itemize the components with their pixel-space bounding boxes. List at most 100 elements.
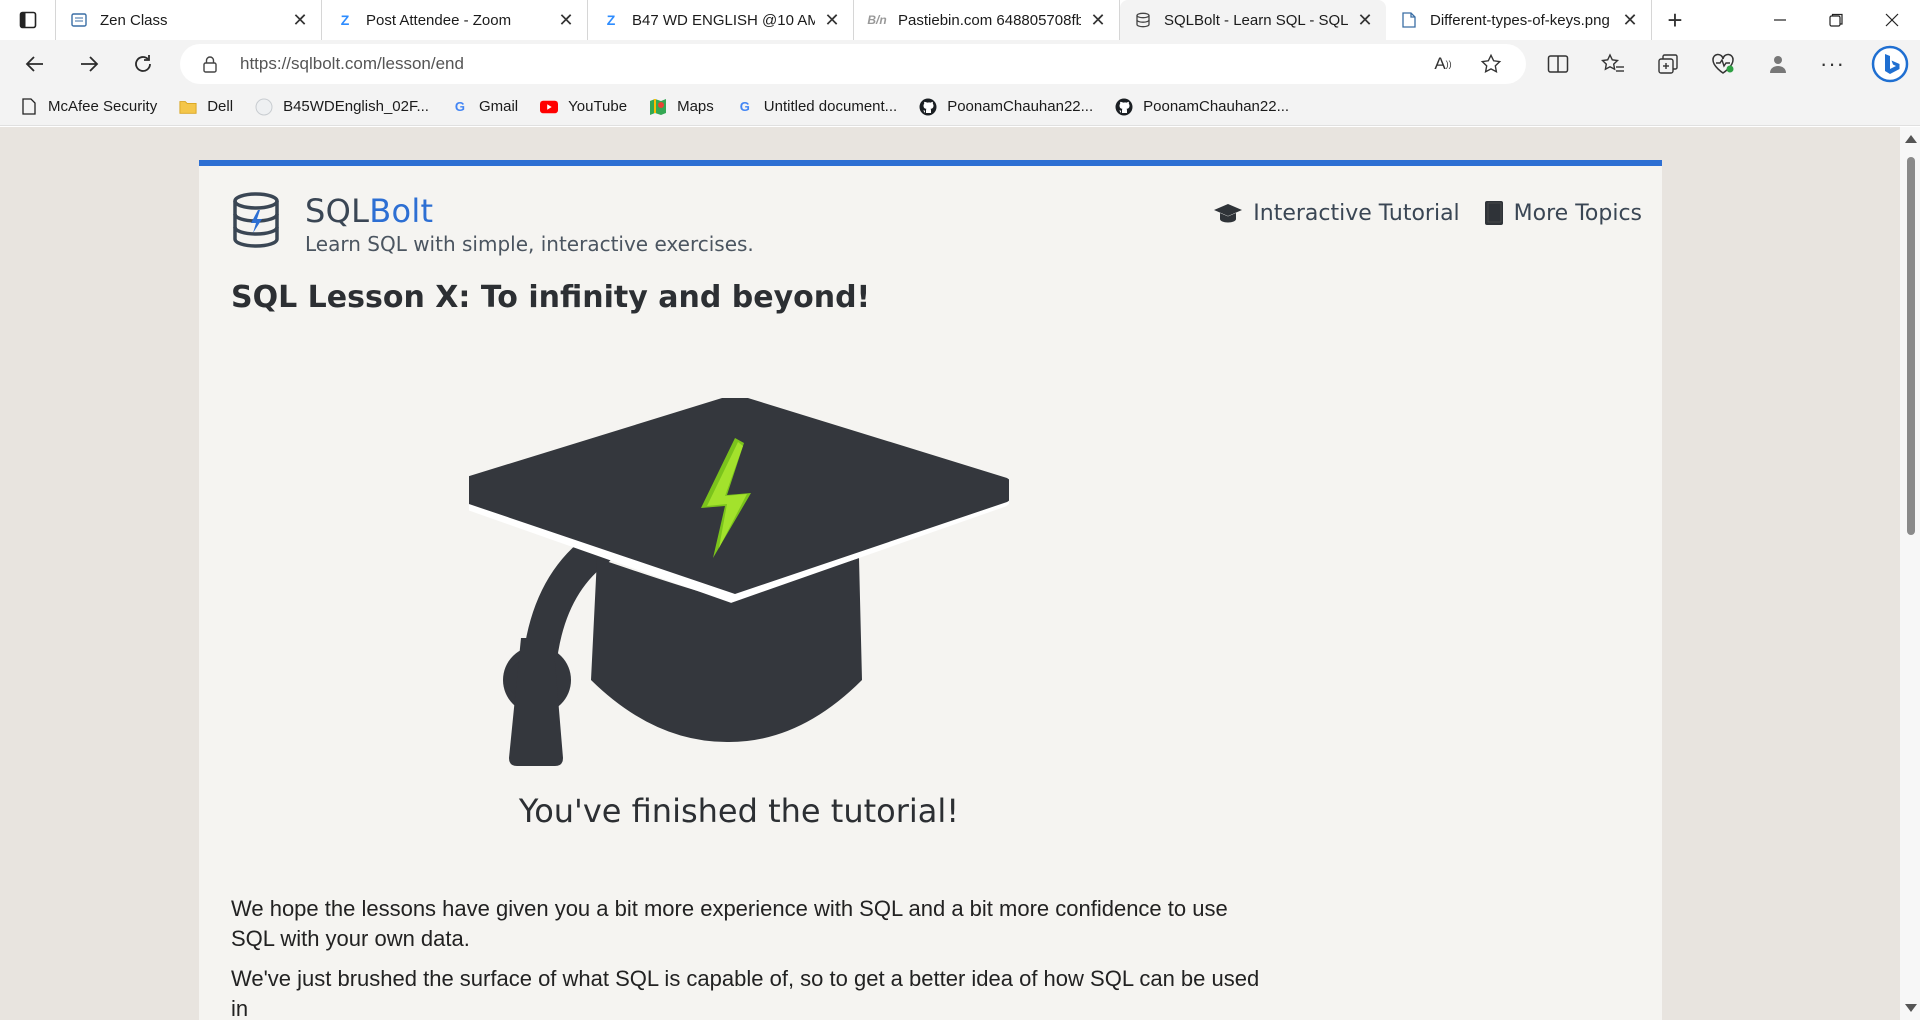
bookmark-label: Maps	[677, 98, 714, 115]
arrow-left-icon	[25, 56, 43, 72]
page-viewport: SQLBolt Learn SQL with simple, interacti…	[0, 127, 1920, 1020]
close-icon[interactable]: ✕	[557, 10, 575, 30]
window-controls	[1752, 0, 1920, 40]
paragraph-lessons-experience: We hope the lessons have given you a bit…	[231, 896, 1228, 951]
minimize-button[interactable]	[1752, 0, 1808, 40]
tab-title: SQLBolt - Learn SQL - SQL L	[1164, 11, 1348, 29]
browser-essentials-icon[interactable]	[1695, 44, 1750, 84]
back-button[interactable]	[8, 44, 62, 84]
favorites-icon[interactable]	[1585, 44, 1640, 84]
bookmark-label: PoonamChauhan22...	[1143, 98, 1290, 115]
tab-title: Pastiebin.com 648805708fb	[898, 11, 1081, 29]
tab-pastiebin[interactable]: B/n Pastiebin.com 648805708fb ✕	[854, 0, 1120, 40]
tab-zen-class[interactable]: Zen Class ✕	[56, 0, 322, 40]
maps-icon	[649, 98, 667, 116]
content-card: SQLBolt Learn SQL with simple, interacti…	[199, 160, 1662, 1020]
tab-list: Zen Class ✕ Z Post Attendee - Zoom ✕ Z B…	[56, 0, 1652, 40]
close-icon[interactable]: ✕	[291, 10, 309, 30]
bookmark-maps[interactable]: Maps	[649, 98, 714, 116]
scroll-down-arrow-icon[interactable]	[1905, 1004, 1917, 1012]
bookmark-label: Untitled document...	[763, 98, 898, 115]
google-icon: G	[739, 99, 750, 114]
tab-sqlbolt[interactable]: SQLBolt - Learn SQL - SQL L ✕	[1120, 0, 1386, 40]
close-window-button[interactable]	[1864, 0, 1920, 40]
restore-button[interactable]	[1808, 0, 1864, 40]
bookmark-dell[interactable]: Dell	[179, 98, 233, 116]
close-icon[interactable]: ✕	[1621, 10, 1639, 30]
tab-actions-button[interactable]	[0, 0, 56, 40]
scroll-up-arrow-icon[interactable]	[1905, 135, 1917, 143]
arrow-right-icon	[81, 56, 99, 72]
more-options-icon[interactable]: ···	[1805, 44, 1860, 84]
tab-title: Zen Class	[100, 11, 168, 29]
page-icon	[20, 98, 38, 116]
browser-toolbar: ···	[1530, 40, 1920, 88]
tab-different-types-of-keys[interactable]: Different-types-of-keys.png ✕	[1386, 0, 1652, 40]
lesson-title: SQL Lesson X: To infinity and beyond!	[231, 280, 871, 315]
profile-icon[interactable]	[1750, 44, 1805, 84]
github-icon	[919, 98, 937, 116]
nav-more-topics[interactable]: More Topics	[1484, 200, 1642, 226]
url-text[interactable]: https://sqlbolt.com/lesson/end	[240, 54, 1422, 74]
site-brand[interactable]: SQLBolt	[305, 192, 754, 230]
bookmark-youtube[interactable]: YouTube	[540, 98, 627, 116]
site-header: SQLBolt Learn SQL with simple, interacti…	[231, 192, 754, 256]
forward-button[interactable]	[62, 44, 116, 84]
folder-icon	[179, 98, 197, 116]
bookmark-label: Gmail	[478, 98, 519, 115]
tab-post-attendee-zoom[interactable]: Z Post Attendee - Zoom ✕	[322, 0, 588, 40]
bing-copilot-icon[interactable]	[1860, 44, 1920, 84]
zoom-icon: Z	[606, 12, 616, 28]
pastebin-icon: B/n	[867, 13, 887, 27]
tab-b47-wd-english[interactable]: Z B47 WD ENGLISH @10 AM ✕	[588, 0, 854, 40]
bookmark-untitled-document[interactable]: G Untitled document...	[736, 98, 897, 116]
read-aloud-icon[interactable]: A))	[1422, 48, 1464, 80]
bookmark-label: B45WDEnglish_02F...	[283, 98, 429, 115]
bookmark-github-1[interactable]: PoonamChauhan22...	[919, 98, 1093, 116]
bookmark-label: PoonamChauhan22...	[947, 98, 1094, 115]
refresh-icon	[135, 55, 151, 72]
lock-icon[interactable]	[180, 55, 240, 73]
bookmark-label: YouTube	[568, 98, 628, 115]
zoom-icon: Z	[340, 12, 350, 28]
site-nav: Interactive Tutorial More Topics	[1213, 200, 1642, 226]
nav-label: Interactive Tutorial	[1253, 200, 1460, 226]
tab-strip: Zen Class ✕ Z Post Attendee - Zoom ✕ Z B…	[0, 0, 1920, 40]
bookmark-b45wdenglish[interactable]: B45WDEnglish_02F...	[255, 98, 429, 116]
sqlbolt-logo-icon[interactable]	[231, 192, 281, 248]
brand-prefix: SQL	[305, 192, 370, 230]
close-icon[interactable]: ✕	[1089, 10, 1107, 30]
restore-icon	[1829, 13, 1843, 27]
close-icon[interactable]: ✕	[823, 10, 841, 30]
finished-message: You've finished the tutorial!	[518, 792, 960, 830]
brand-suffix: Bolt	[369, 192, 434, 230]
file-icon	[1400, 11, 1418, 29]
address-bar[interactable]: https://sqlbolt.com/lesson/end A))	[180, 44, 1526, 84]
graduation-cap-bolt-icon	[469, 398, 1009, 766]
tab-title: Different-types-of-keys.png	[1430, 11, 1610, 29]
globe-icon	[255, 98, 273, 116]
nav-interactive-tutorial[interactable]: Interactive Tutorial	[1213, 200, 1460, 226]
bookmark-label: McAfee Security	[48, 98, 158, 115]
close-icon[interactable]: ✕	[1356, 10, 1374, 30]
site-tagline: Learn SQL with simple, interactive exerc…	[305, 232, 754, 256]
bookmark-github-2[interactable]: PoonamChauhan22...	[1115, 98, 1289, 116]
favorite-star-icon[interactable]	[1470, 48, 1512, 80]
bookmarks-bar: McAfee Security Dell B45WDEnglish_02F...…	[0, 88, 1920, 126]
split-screen-icon[interactable]	[1530, 44, 1585, 84]
page-icon	[70, 11, 88, 29]
book-icon	[1484, 201, 1503, 225]
vertical-scrollbar[interactable]	[1900, 127, 1920, 1020]
bookmark-gmail[interactable]: G Gmail	[451, 98, 518, 116]
close-icon	[1885, 13, 1899, 27]
collections-icon[interactable]	[1640, 44, 1695, 84]
tab-actions-icon	[19, 11, 36, 29]
google-icon: G	[454, 99, 466, 114]
scrollbar-thumb[interactable]	[1907, 157, 1915, 535]
database-icon	[1134, 11, 1152, 29]
bookmark-mcafee[interactable]: McAfee Security	[20, 98, 157, 116]
github-icon	[1115, 98, 1133, 116]
youtube-icon	[540, 98, 559, 116]
new-tab-button[interactable]: +	[1652, 0, 1698, 40]
refresh-button[interactable]	[116, 44, 170, 84]
